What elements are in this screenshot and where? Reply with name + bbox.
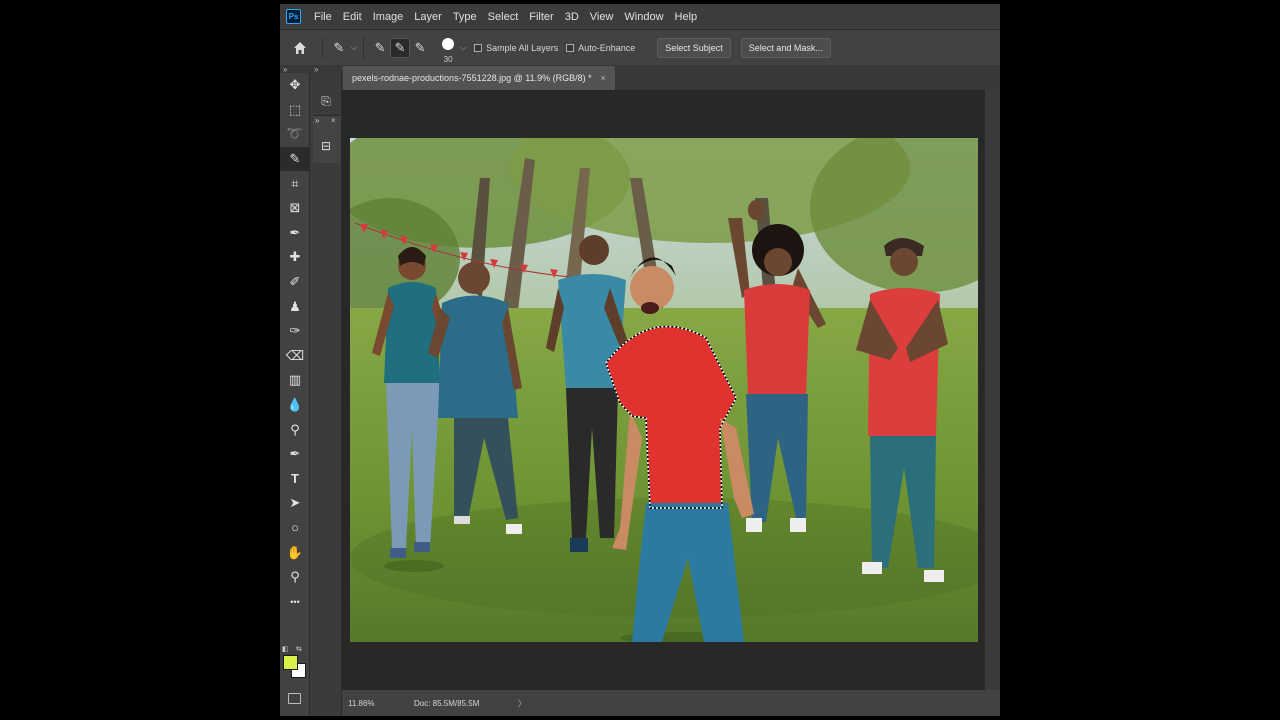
gradient-tool-icon[interactable]: ▥	[280, 368, 310, 393]
color-swatches: ◧ ⇆	[282, 645, 308, 681]
quick-selection-icon[interactable]: ✎	[280, 146, 310, 172]
status-bar: 11.86% Doc: 85.5M/85.5M 〉	[342, 690, 1000, 716]
crop-tool-icon[interactable]: ⌗	[280, 171, 310, 196]
eyedropper-icon[interactable]: ✒	[280, 221, 310, 246]
auto-enhance-label: Auto-Enhance	[578, 42, 636, 53]
collapsed-panel-group: » × ⊟	[313, 115, 340, 163]
document-image[interactable]	[350, 138, 978, 642]
options-bar: ✎ ⌵ ✎ ✎ ✎ 30 ⌵ Sample All Layers Auto-En…	[280, 29, 1000, 65]
chevron-down-icon[interactable]: ⌵	[351, 43, 357, 53]
select-subject-button[interactable]: Select Subject	[657, 37, 731, 58]
menu-3d[interactable]: 3D	[565, 11, 579, 23]
frame-tool-icon[interactable]: ⊠	[280, 196, 310, 221]
separator	[322, 37, 323, 58]
sample-all-layers-label: Sample All Layers	[486, 42, 559, 53]
tool-preset-picker-icon[interactable]: ✎	[329, 38, 349, 58]
subtract-from-selection-icon[interactable]: ✎	[410, 38, 430, 58]
tools-panel: ✥ ⬚ ➰ ✎ ⌗ ⊠ ✒ ✚ ✐ ♟ ✑ ⌫ ▥ 💧 ⚲ ✒ T ➤ ○ ✋ ⚲ ••• ◧ ⇆	[280, 73, 310, 716]
history-brush-icon[interactable]: ✑	[280, 319, 310, 344]
new-selection-icon[interactable]: ✎	[370, 38, 390, 58]
photoshop-logo-icon: Ps	[286, 9, 301, 24]
menu-view[interactable]: View	[590, 11, 614, 23]
menu-select[interactable]: Select	[488, 11, 519, 23]
ellipse-tool-icon[interactable]: ○	[280, 516, 310, 541]
status-menu-arrow-icon[interactable]: 〉	[518, 698, 526, 709]
photoshop-window: Ps File Edit Image Layer Type Select Fil…	[280, 4, 1000, 716]
checkbox-box[interactable]	[566, 43, 575, 52]
sample-all-layers-checkbox[interactable]: Sample All Layers	[474, 43, 558, 53]
brush-tool-icon[interactable]: ✐	[280, 270, 310, 295]
brush-size-value: 30	[443, 54, 453, 64]
document-tab[interactable]: pexels-rodnae-productions-7551228.jpg @ …	[343, 66, 615, 90]
document-tab-title: pexels-rodnae-productions-7551228.jpg @ …	[352, 73, 592, 83]
pen-tool-icon[interactable]: ✒	[280, 442, 310, 467]
vertical-scrollbar[interactable]	[985, 90, 1000, 690]
brush-size-picker[interactable]: 30	[438, 33, 458, 64]
menu-bar: Ps File Edit Image Layer Type Select Fil…	[280, 4, 1000, 29]
document-tab-bar: pexels-rodnae-productions-7551228.jpg @ …	[342, 65, 1000, 90]
hand-tool-icon[interactable]: ✋	[280, 540, 310, 565]
brush-tip-icon	[442, 37, 455, 50]
quick-mask-icon[interactable]	[288, 693, 301, 704]
home-icon[interactable]	[290, 38, 310, 58]
default-colors-icon[interactable]: ◧	[282, 645, 289, 653]
close-panel-icon[interactable]: ×	[331, 116, 336, 125]
properties-panel-icon[interactable]: ⊟	[318, 138, 334, 154]
separator	[363, 37, 365, 58]
menu-type[interactable]: Type	[453, 11, 477, 23]
menu-help[interactable]: Help	[675, 11, 698, 23]
menu-window[interactable]: Window	[624, 11, 663, 23]
path-selection-icon[interactable]: ➤	[280, 491, 310, 516]
select-and-mask-button[interactable]: Select and Mask...	[740, 37, 831, 58]
rectangular-marquee-icon[interactable]: ⬚	[280, 98, 310, 123]
clone-stamp-icon[interactable]: ♟	[280, 294, 310, 319]
zoom-tool-icon[interactable]: ⚲	[280, 565, 310, 590]
menu-image[interactable]: Image	[373, 11, 404, 23]
swap-colors-icon[interactable]: ⇆	[296, 645, 302, 653]
add-to-selection-icon[interactable]: ✎	[390, 37, 411, 58]
foreground-color-swatch[interactable]	[283, 655, 298, 670]
zoom-level[interactable]: 11.86%	[348, 699, 414, 708]
close-icon[interactable]: ×	[601, 73, 606, 83]
menu-filter[interactable]: Filter	[529, 11, 553, 23]
healing-brush-icon[interactable]: ✚	[280, 245, 310, 270]
history-panel-icon[interactable]: ⎘	[318, 93, 334, 109]
menu-file[interactable]: File	[314, 11, 332, 23]
dodge-tool-icon[interactable]: ⚲	[280, 417, 310, 442]
tool-list: ✥ ⬚ ➰ ✎ ⌗ ⊠ ✒ ✚ ✐ ♟ ✑ ⌫ ▥ 💧 ⚲ ✒ T ➤ ○ ✋ ⚲ •••	[280, 73, 310, 614]
menu-edit[interactable]: Edit	[343, 11, 362, 23]
type-tool-icon[interactable]: T	[280, 467, 310, 492]
chevron-down-icon[interactable]: ⌵	[460, 43, 466, 53]
canvas-area[interactable]	[342, 90, 985, 690]
blur-tool-icon[interactable]: 💧	[280, 393, 310, 418]
more-tools-icon[interactable]: •••	[280, 589, 310, 614]
auto-enhance-checkbox[interactable]: Auto-Enhance	[566, 43, 635, 53]
document-size: Doc: 85.5M/85.5M	[414, 698, 480, 708]
menu-layer[interactable]: Layer	[414, 11, 442, 23]
eraser-icon[interactable]: ⌫	[280, 344, 310, 369]
expand-panel-icon[interactable]: »	[315, 116, 319, 125]
checkbox-box[interactable]	[474, 43, 483, 52]
move-tool-icon[interactable]: ✥	[280, 73, 310, 98]
lasso-tool-icon[interactable]: ➰	[280, 122, 310, 147]
collapsed-panels-column: ⎘ » × ⊟	[310, 73, 342, 716]
